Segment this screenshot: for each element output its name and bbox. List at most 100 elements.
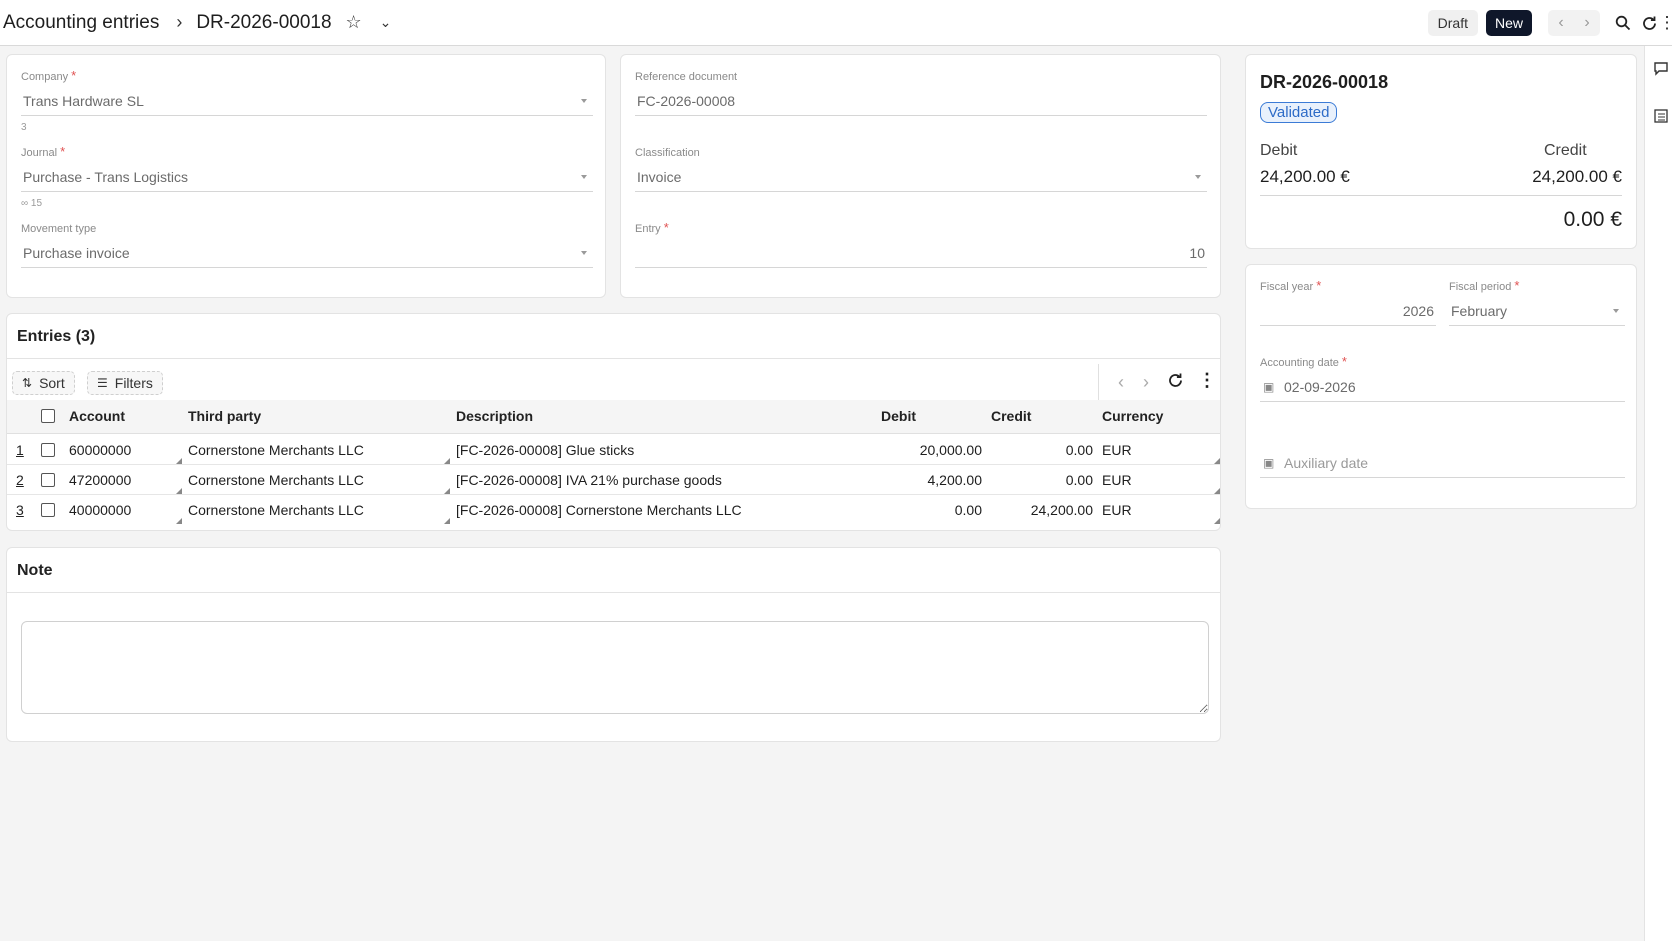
- note-textarea[interactable]: [21, 621, 1209, 714]
- previous-record-icon[interactable]: ‹: [1548, 10, 1574, 36]
- more-vertical-icon[interactable]: ⋮: [1659, 10, 1672, 36]
- fiscal-year-input[interactable]: 2026: [1260, 299, 1436, 326]
- next-record-icon[interactable]: ›: [1574, 10, 1600, 36]
- row-number[interactable]: 2: [16, 465, 24, 495]
- resize-grip-icon: [1214, 458, 1220, 464]
- fiscal-period-select[interactable]: February: [1449, 299, 1625, 326]
- entry-value: 10: [1189, 245, 1205, 261]
- auxiliary-date-placeholder: Auxiliary date: [1284, 455, 1369, 471]
- resize-grip-icon: [444, 488, 450, 494]
- grid-refresh-icon[interactable]: [1167, 372, 1184, 394]
- sort-button[interactable]: ⇅ Sort: [12, 371, 75, 395]
- required-marker: *: [1316, 278, 1322, 293]
- filters-button[interactable]: ☰ Filters: [87, 371, 163, 395]
- accounting-date-input[interactable]: ▣ 02-09-2026: [1260, 375, 1625, 402]
- movement-type-value: Purchase invoice: [23, 245, 130, 261]
- resize-grip-icon: [1214, 488, 1220, 494]
- grid-more-icon[interactable]: ⋮: [1198, 370, 1216, 391]
- cell-currency: EUR: [1102, 472, 1132, 488]
- entries-card: Entries (3) ⇅ Sort ☰ Filters ‹ › ⋮ Account…: [6, 313, 1221, 531]
- search-icon[interactable]: [1610, 10, 1636, 36]
- cell-description: [FC-2026-00008] Cornerstone Merchants LL…: [456, 502, 742, 518]
- cell-currency: EUR: [1102, 442, 1132, 458]
- new-button[interactable]: New: [1485, 10, 1532, 36]
- column-header-third-party[interactable]: Third party: [188, 400, 261, 432]
- entries-header: Entries (3): [7, 314, 1220, 359]
- note-card: Note: [6, 547, 1221, 742]
- filters-icon: ☰: [97, 376, 108, 390]
- fiscal-period-value: February: [1451, 303, 1508, 319]
- cell-currency: EUR: [1102, 502, 1132, 518]
- column-header-debit[interactable]: Debit: [881, 400, 916, 432]
- table-row[interactable]: 2 47200000 Cornerstone Merchants LLC [FC…: [7, 465, 1220, 495]
- resize-grip-icon: [1214, 518, 1220, 524]
- journal-label: Journal: [21, 147, 58, 159]
- list-icon[interactable]: [1653, 108, 1669, 129]
- chevron-down-icon[interactable]: ⌄: [380, 14, 392, 31]
- star-icon[interactable]: ☆: [346, 12, 362, 33]
- reference-document-input[interactable]: FC-2026-00008: [635, 89, 1207, 116]
- credit-total: 24,200.00 €: [1532, 167, 1622, 186]
- journal-field[interactable]: Journal * Purchase - Trans Logistics: [21, 143, 593, 195]
- cell-account: 60000000: [69, 442, 132, 458]
- column-header-currency[interactable]: Currency: [1102, 400, 1163, 432]
- company-field[interactable]: Company * Trans Hardware SL: [21, 67, 593, 119]
- row-checkbox[interactable]: [41, 473, 55, 487]
- movement-type-field[interactable]: Movement type Purchase invoice: [21, 219, 593, 271]
- grid-next-icon[interactable]: ›: [1143, 372, 1149, 393]
- column-header-credit[interactable]: Credit: [991, 400, 1031, 432]
- movement-type-select[interactable]: Purchase invoice: [21, 241, 593, 268]
- entry-field[interactable]: Entry * 10: [635, 219, 1207, 271]
- summary-doc-id: DR-2026-00018: [1260, 72, 1389, 92]
- resize-grip-icon: [444, 458, 450, 464]
- auxiliary-date-input[interactable]: ▣ Auxiliary date: [1260, 451, 1625, 478]
- movement-type-label: Movement type: [21, 223, 97, 235]
- row-checkbox[interactable]: [41, 443, 55, 457]
- cell-account: 40000000: [69, 502, 132, 518]
- required-marker: *: [1514, 278, 1520, 293]
- cell-debit: 20,000.00: [919, 442, 982, 458]
- company-label: Company: [21, 71, 69, 83]
- classification-field[interactable]: Classification Invoice: [635, 143, 1207, 195]
- caret-down-icon: [1613, 309, 1619, 313]
- summary-divider: [1260, 195, 1622, 196]
- row-checkbox[interactable]: [41, 503, 55, 517]
- resize-grip-icon: [176, 518, 182, 524]
- cell-description: [FC-2026-00008] IVA 21% purchase goods: [456, 472, 722, 488]
- breadcrumb-root[interactable]: Accounting entries: [3, 12, 159, 34]
- row-number[interactable]: 1: [16, 435, 24, 465]
- auxiliary-date-field[interactable]: ▣ Auxiliary date: [1260, 429, 1625, 481]
- required-marker: *: [60, 144, 66, 159]
- company-value: Trans Hardware SL: [23, 93, 144, 109]
- cell-third-party: Cornerstone Merchants LLC: [188, 502, 364, 518]
- journal-select[interactable]: Purchase - Trans Logistics: [21, 165, 593, 192]
- cell-credit: 0.00: [1065, 442, 1093, 458]
- fiscal-year-value: 2026: [1402, 303, 1434, 319]
- accounting-date-value: 02-09-2026: [1284, 379, 1356, 395]
- column-header-description[interactable]: Description: [456, 400, 533, 432]
- table-row[interactable]: 1 60000000 Cornerstone Merchants LLC [FC…: [7, 435, 1220, 465]
- credit-label: Credit: [1544, 142, 1587, 159]
- classification-select[interactable]: Invoice: [635, 165, 1207, 192]
- cell-credit: 0.00: [1065, 472, 1093, 488]
- filters-label: Filters: [114, 375, 153, 391]
- select-all-checkbox[interactable]: [41, 409, 55, 423]
- top-bar: Accounting entries › DR-2026-00018 ☆ ⌄ D…: [0, 0, 1672, 46]
- comment-icon[interactable]: [1653, 60, 1669, 81]
- table-row[interactable]: 3 40000000 Cornerstone Merchants LLC [FC…: [7, 495, 1220, 525]
- journal-hint-value: 15: [30, 198, 43, 209]
- accounting-date-field[interactable]: Accounting date * ▣ 02-09-2026: [1260, 353, 1625, 405]
- grid-prev-icon[interactable]: ‹: [1118, 372, 1124, 393]
- draft-button[interactable]: Draft: [1427, 10, 1478, 36]
- entry-input[interactable]: 10: [635, 241, 1207, 268]
- column-header-account[interactable]: Account: [69, 400, 125, 432]
- fiscal-period-field[interactable]: Fiscal period * February: [1449, 277, 1625, 329]
- reference-document-field[interactable]: Reference document FC-2026-00008: [635, 67, 1207, 119]
- resize-grip-icon: [176, 488, 182, 494]
- fiscal-year-field[interactable]: Fiscal year * 2026: [1260, 277, 1436, 329]
- reference-document-value: FC-2026-00008: [637, 93, 736, 109]
- row-number[interactable]: 3: [16, 495, 24, 525]
- journal-value: Purchase - Trans Logistics: [23, 169, 188, 185]
- company-select[interactable]: Trans Hardware SL: [21, 89, 593, 116]
- resize-grip-icon: [444, 518, 450, 524]
